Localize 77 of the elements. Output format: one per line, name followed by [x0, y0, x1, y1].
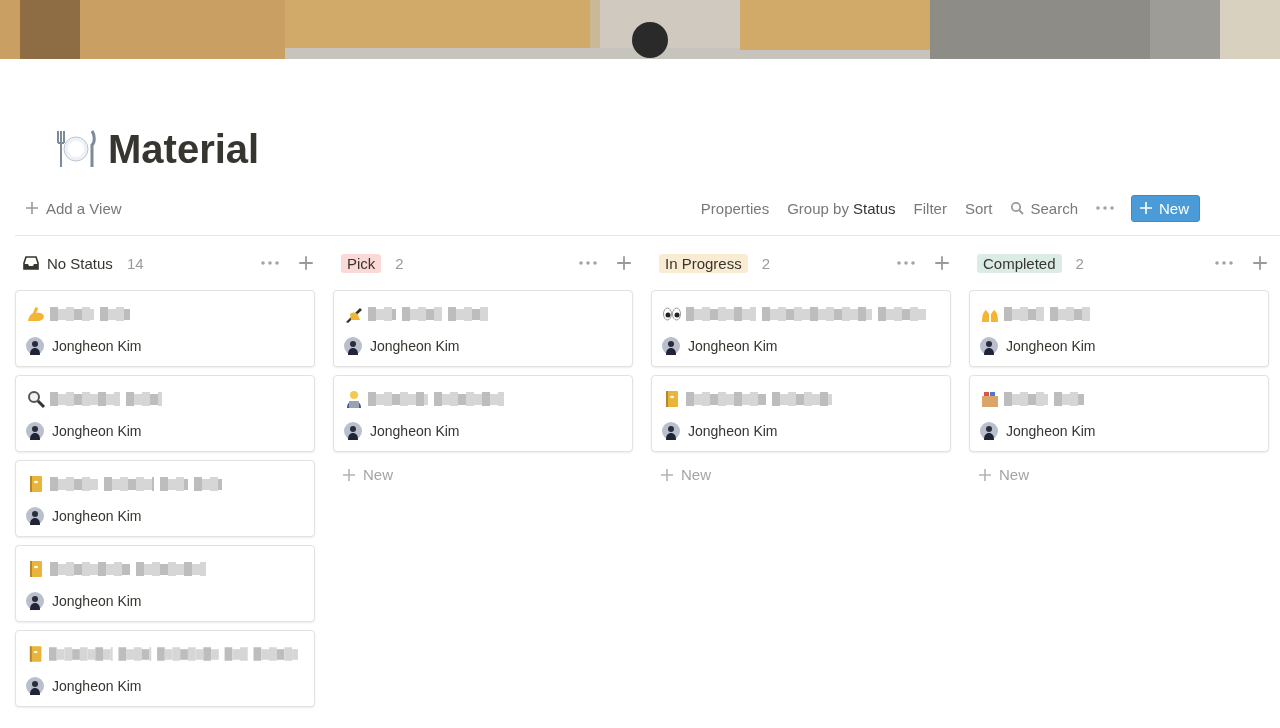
card-count: 2	[395, 254, 404, 272]
board-card[interactable]: Jongheon Kim	[969, 375, 1269, 452]
person-name: Jongheon Kim	[1006, 423, 1096, 439]
more-icon	[1215, 261, 1233, 265]
status-tag: Completed	[977, 253, 1062, 273]
person-laptop-icon	[344, 389, 364, 409]
more-icon	[1096, 206, 1114, 210]
avatar-icon	[662, 337, 680, 355]
inbox-icon	[23, 255, 39, 271]
card-count: 2	[761, 254, 771, 272]
more-button[interactable]	[579, 261, 597, 265]
status-tag: Pick	[341, 253, 382, 273]
person-name: Jongheon Kim	[52, 508, 142, 524]
eyes-icon	[662, 304, 682, 324]
plus-icon	[24, 200, 40, 216]
add-card-button[interactable]	[615, 254, 633, 272]
avatar-icon	[344, 422, 362, 440]
person-name: Jongheon Kim	[52, 678, 142, 694]
avatar-icon	[26, 337, 44, 355]
search-button[interactable]: Search	[1001, 199, 1087, 217]
person-name: Jongheon Kim	[688, 423, 778, 439]
board-card[interactable]: Jongheon Kim	[15, 375, 315, 452]
avatar-icon	[26, 677, 44, 695]
plate-cutlery-icon	[54, 129, 98, 169]
plus-icon	[659, 466, 675, 483]
avatar-icon	[26, 592, 44, 610]
add-card-button[interactable]	[1251, 254, 1269, 272]
plus-icon	[341, 466, 357, 483]
board-card[interactable]: Jongheon Kim	[969, 290, 1269, 367]
avatar-icon	[26, 507, 44, 525]
plus-icon	[977, 466, 993, 483]
person-name: Jongheon Kim	[52, 338, 142, 354]
box-icon	[980, 389, 1000, 409]
person-name: Jongheon Kim	[370, 423, 460, 439]
person-name: Jongheon Kim	[1006, 338, 1096, 354]
board-card[interactable]: Jongheon Kim	[333, 290, 633, 367]
more-button[interactable]	[1215, 261, 1233, 265]
card-count: 14	[126, 254, 144, 272]
board-card[interactable]: Jongheon Kim	[15, 460, 315, 537]
board-card[interactable]: Jongheon Kim	[15, 545, 315, 622]
plus-icon	[933, 254, 951, 272]
plus-icon	[1138, 200, 1154, 216]
add-card-button[interactable]	[933, 254, 951, 272]
board-card[interactable]: Jongheon Kim	[651, 290, 951, 367]
avatar-icon	[980, 337, 998, 355]
plus-icon	[1251, 254, 1269, 272]
add-view-button[interactable]: Add a View	[15, 199, 131, 217]
more-icon	[579, 261, 597, 265]
group-by-button[interactable]: Group by Status	[778, 199, 905, 217]
board-card[interactable]: Jongheon Kim	[651, 375, 951, 452]
person-name: Jongheon Kim	[52, 423, 142, 439]
plus-icon	[615, 254, 633, 272]
filter-button[interactable]: Filter	[904, 199, 956, 217]
avatar-icon	[344, 337, 362, 355]
plus-icon	[297, 254, 315, 272]
more-icon	[897, 261, 915, 265]
person-name: Jongheon Kim	[52, 593, 142, 609]
properties-button[interactable]: Properties	[691, 199, 779, 217]
more-button[interactable]	[261, 261, 279, 265]
search-icon	[26, 389, 46, 409]
board-card[interactable]: Jongheon Kim	[15, 630, 315, 707]
status-tag: In Progress	[659, 253, 748, 273]
avatar-icon	[980, 422, 998, 440]
avatar-icon	[26, 422, 44, 440]
board-card[interactable]: Jongheon Kim	[15, 290, 315, 367]
search-icon	[1010, 201, 1025, 215]
add-card-button[interactable]	[297, 254, 315, 272]
person-name: Jongheon Kim	[370, 338, 460, 354]
sort-button[interactable]: Sort	[955, 199, 1002, 217]
page-title: Material	[108, 126, 260, 172]
avatar-icon	[662, 422, 680, 440]
card-count: 2	[1075, 254, 1084, 272]
person-name: Jongheon Kim	[688, 338, 778, 354]
more-icon	[261, 261, 279, 265]
board-card[interactable]: Jongheon Kim	[333, 375, 633, 452]
more-button[interactable]	[897, 261, 915, 265]
column-title: No Status	[47, 254, 113, 272]
